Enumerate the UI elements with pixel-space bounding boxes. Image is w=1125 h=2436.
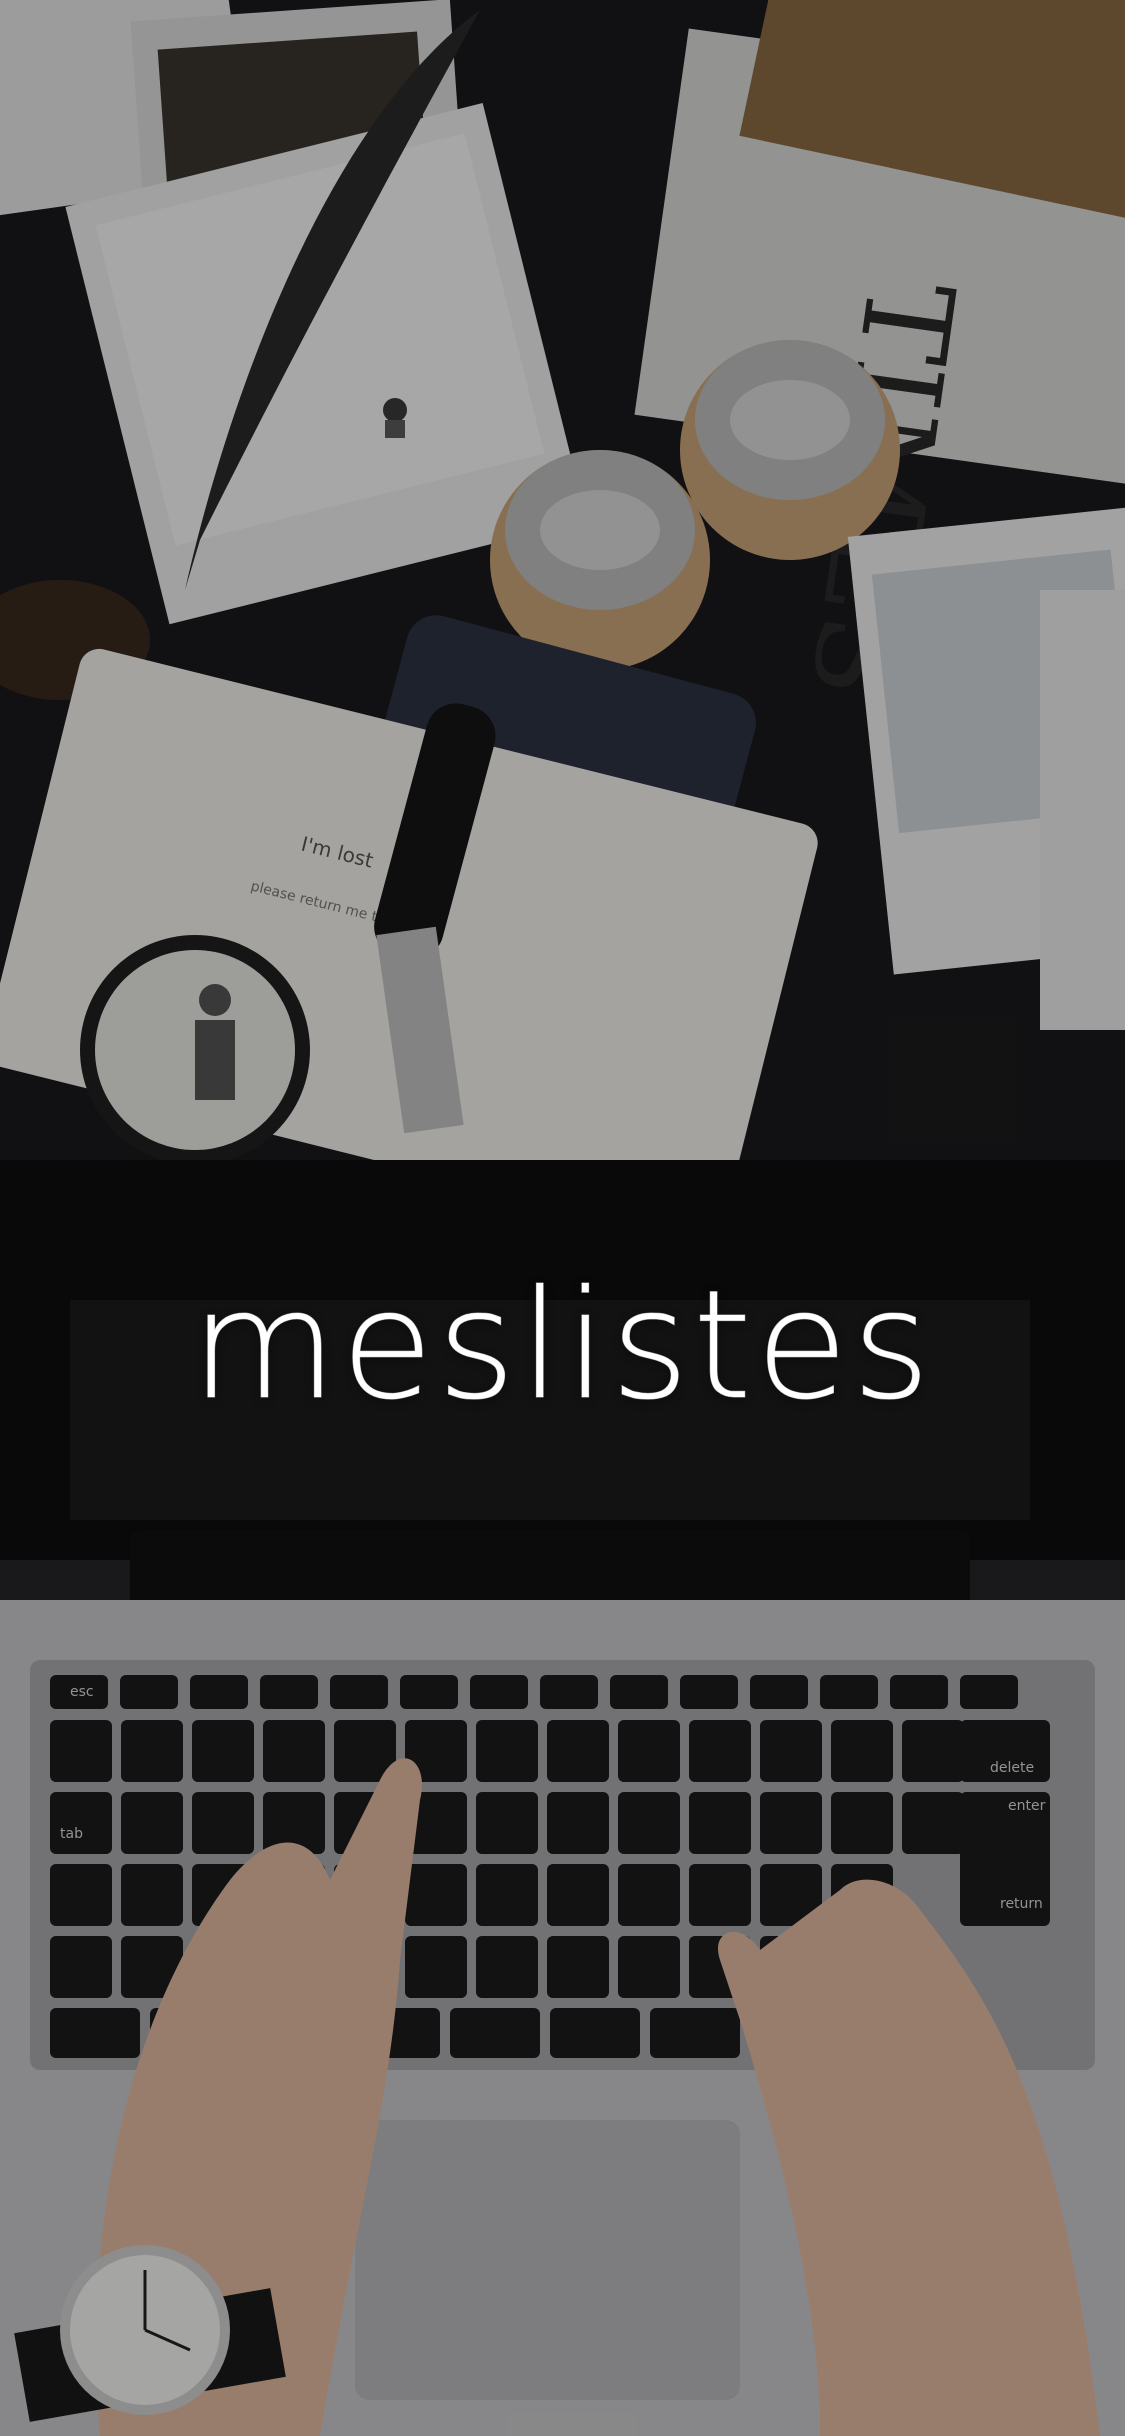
return-key-label: return — [1000, 1896, 1043, 1912]
keyboard-key — [689, 1720, 751, 1782]
magnifying-glass — [80, 935, 310, 1165]
keyboard-key — [476, 1792, 538, 1854]
tab-key-label: tab — [60, 1826, 83, 1842]
keyboard-key — [547, 1864, 609, 1926]
keyboard-key — [750, 1675, 808, 1709]
keyboard-key — [760, 1792, 822, 1854]
keyboard-key — [618, 1792, 680, 1854]
keyboard-key — [689, 1792, 751, 1854]
keyboard-key — [760, 1720, 822, 1782]
keyboard-key — [610, 1675, 668, 1709]
keyboard-key — [902, 1792, 964, 1854]
keyboard-key — [50, 1720, 112, 1782]
delete-key-label: delete — [990, 1760, 1034, 1776]
keyboard-key — [50, 2008, 140, 2058]
keyboard-key — [450, 2008, 540, 2058]
keyboard-key — [120, 1675, 178, 1709]
keyboard-key — [121, 1720, 183, 1782]
keyboard-key — [618, 1720, 680, 1782]
keyboard-key — [192, 1720, 254, 1782]
keyboard-key — [190, 1675, 248, 1709]
keyboard-key — [902, 1720, 964, 1782]
keyboard-key — [405, 1864, 467, 1926]
keyboard-key — [680, 1675, 738, 1709]
trackpad — [355, 2120, 740, 2400]
desk-illustration: TIMES nun I'm lost please return me to — [0, 0, 1125, 2436]
keyboard-key — [476, 1720, 538, 1782]
keyboard-key — [121, 1792, 183, 1854]
keyboard-key — [547, 1792, 609, 1854]
keyboard-key — [960, 1675, 1018, 1709]
keyboard-key — [650, 2008, 740, 2058]
keyboard-key — [618, 1936, 680, 1998]
keyboard-key — [689, 1864, 751, 1926]
keyboard-key — [476, 1864, 538, 1926]
keyboard-key — [550, 2008, 640, 2058]
keyboard-key — [470, 1675, 528, 1709]
keyboard-key — [547, 1936, 609, 1998]
keyboard-key — [890, 1675, 948, 1709]
keyboard-key — [820, 1675, 878, 1709]
keyboard-key — [50, 1864, 112, 1926]
brand-wordmark: meslistes — [190, 1258, 935, 1433]
keyboard-key — [50, 1792, 112, 1854]
keyboard-key — [547, 1720, 609, 1782]
esc-key-label: esc — [70, 1684, 94, 1700]
keyboard-key — [263, 1720, 325, 1782]
keyboard-key — [330, 1675, 388, 1709]
keyboard-key — [476, 1936, 538, 1998]
background-photo: TIMES nun I'm lost please return me to — [0, 0, 1125, 2436]
keyboard-key — [192, 1792, 254, 1854]
keyboard-key — [831, 1720, 893, 1782]
keyboard-key — [540, 1675, 598, 1709]
keyboard-key — [50, 1936, 112, 1998]
keyboard-key — [260, 1675, 318, 1709]
keyboard-key — [400, 1675, 458, 1709]
enter-key-label: enter — [1008, 1798, 1046, 1814]
keyboard-key — [618, 1864, 680, 1926]
keyboard-key — [405, 1936, 467, 1998]
keyboard-key — [831, 1792, 893, 1854]
keyboard-key — [121, 1864, 183, 1926]
